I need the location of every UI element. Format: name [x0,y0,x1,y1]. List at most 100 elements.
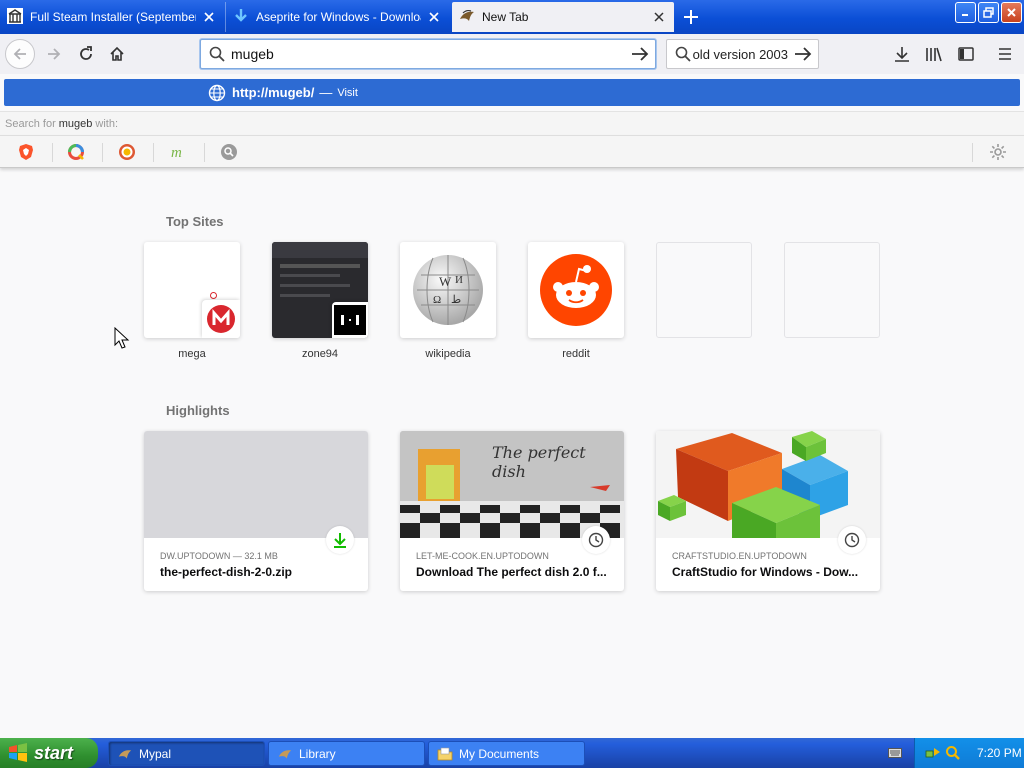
mega-icon [202,300,240,338]
thumb-line [280,294,330,297]
svg-text:Ω: Ω [433,294,441,306]
autocomplete-suggestion[interactable]: http://mugeb/ — Visit [4,79,1020,106]
forward-button[interactable] [40,40,68,68]
minimize-button[interactable] [955,2,976,23]
search-for-term: mugeb [58,117,93,130]
svg-text:ط: ط [451,294,461,306]
close-icon[interactable] [425,8,443,26]
download-arrow-icon [232,7,250,28]
home-button[interactable] [103,40,131,68]
search-bar[interactable]: 2003 old version [666,39,819,69]
top-site-reddit[interactable]: reddit [528,242,624,360]
back-button[interactable] [5,39,35,69]
top-site-zone94[interactable]: zone94 [272,242,368,360]
search-input[interactable]: 2003 old version [691,47,788,62]
taskbar-item-label: Library [299,746,336,761]
window-close-button[interactable] [1001,2,1022,23]
top-site-empty[interactable] [656,242,752,338]
separator [102,143,103,162]
card-image [656,431,880,538]
url-bar[interactable]: mugeb [200,39,656,69]
tab-title: New Tab [482,10,529,24]
engine-search[interactable] [219,142,239,162]
close-icon [1007,8,1016,17]
gear-icon [990,144,1006,160]
search-tray-icon[interactable] [945,745,961,761]
engine-duckduckgo[interactable] [117,142,137,162]
search-engine-icon [221,144,237,160]
site-thumbnail [144,242,240,338]
downloads-button[interactable] [888,40,916,68]
restore-button[interactable] [978,2,999,23]
site-label: wikipedia [425,348,471,360]
suggestion-action: Visit [337,86,358,99]
start-label: start [34,742,74,763]
library-button[interactable] [920,40,948,68]
tab-full-steam[interactable]: Full Steam Installer (September 12 [0,2,224,32]
top-site-empty[interactable] [784,242,880,338]
empty-placeholder [784,242,880,338]
card-image-placeholder [144,431,368,538]
minimize-icon [962,14,968,16]
navigation-toolbar: mugeb 2003 old version [0,34,1024,74]
card-title: CraftStudio for Windows - Dow... [672,565,859,579]
new-tab-button[interactable] [678,4,704,30]
search-settings-button[interactable] [988,142,1008,162]
site-label: reddit [562,348,590,360]
svg-text:W: W [439,274,452,289]
wikipedia-globe-icon: W И Ω ط [413,255,483,325]
card-meta: DW.UPTODOWN — 32.1 MB [160,551,278,561]
top-site-wikipedia[interactable]: W И Ω ط wikipedia [400,242,496,360]
engine-brave[interactable] [16,142,36,162]
clock-icon [582,526,610,554]
highlights-title: Highlights [166,403,230,418]
highlight-card[interactable]: CRAFTSTUDIO.EN.UPTODOWN CraftStudio for … [656,431,880,591]
close-icon[interactable] [650,8,668,26]
sidebar-button[interactable] [952,40,980,68]
reload-button[interactable] [72,40,100,68]
url-input[interactable]: mugeb [225,46,631,62]
tab-new-tab[interactable]: New Tab [452,2,674,32]
network-icon[interactable] [925,745,941,761]
home-icon [110,46,124,61]
engine-qwant[interactable] [66,142,86,162]
site-thumbnail: W И Ω ط [400,242,496,338]
craftstudio-cubes-image [658,431,848,538]
globe-icon [208,84,226,102]
highlight-card[interactable]: The perfect dish LET-ME-COOK.EN.UPTODOWN… [400,431,624,591]
menu-button[interactable] [991,40,1019,68]
image-caption: The perfect dish [492,443,586,481]
zone94-icon [332,302,368,338]
svg-text:m: m [171,145,182,161]
back-arrow-icon [13,48,26,60]
tab-title: Aseprite for Windows - Download [256,10,421,24]
hamburger-menu-icon [999,48,1011,60]
close-icon[interactable] [200,8,218,26]
taskbar-item-my-documents[interactable]: My Documents [428,741,585,766]
download-icon [326,526,354,554]
tab-aseprite[interactable]: Aseprite for Windows - Download [225,2,449,32]
taskbar-item-label: My Documents [459,746,540,761]
highlight-card[interactable]: DW.UPTODOWN — 32.1 MB the-perfect-dish-2… [144,431,368,591]
top-site-mega[interactable]: mega [144,242,240,360]
clock-icon [838,526,866,554]
site-thumbnail [272,242,368,338]
keyboard-icon[interactable] [888,747,902,759]
duckduckgo-icon [119,144,135,160]
tab-title: Full Steam Installer (September 12 [30,10,196,24]
separator [153,143,154,162]
taskbar-item-library[interactable]: Library [268,741,425,766]
one-off-search-engines: m [0,135,1024,168]
site-thumbnail [528,242,624,338]
engine-mojeek[interactable]: m [168,142,188,162]
card-image: The perfect dish [400,431,624,538]
start-button[interactable]: start [0,738,98,768]
go-arrow-icon[interactable] [794,46,812,62]
card-meta: LET-ME-COOK.EN.UPTODOWN [416,551,549,561]
taskbar-item-mypal[interactable]: Mypal [108,741,265,766]
thumb-line [280,274,340,277]
separator [972,143,973,162]
go-arrow-icon[interactable] [631,46,649,62]
search-icon [675,46,691,62]
library-app-icon [277,746,293,762]
